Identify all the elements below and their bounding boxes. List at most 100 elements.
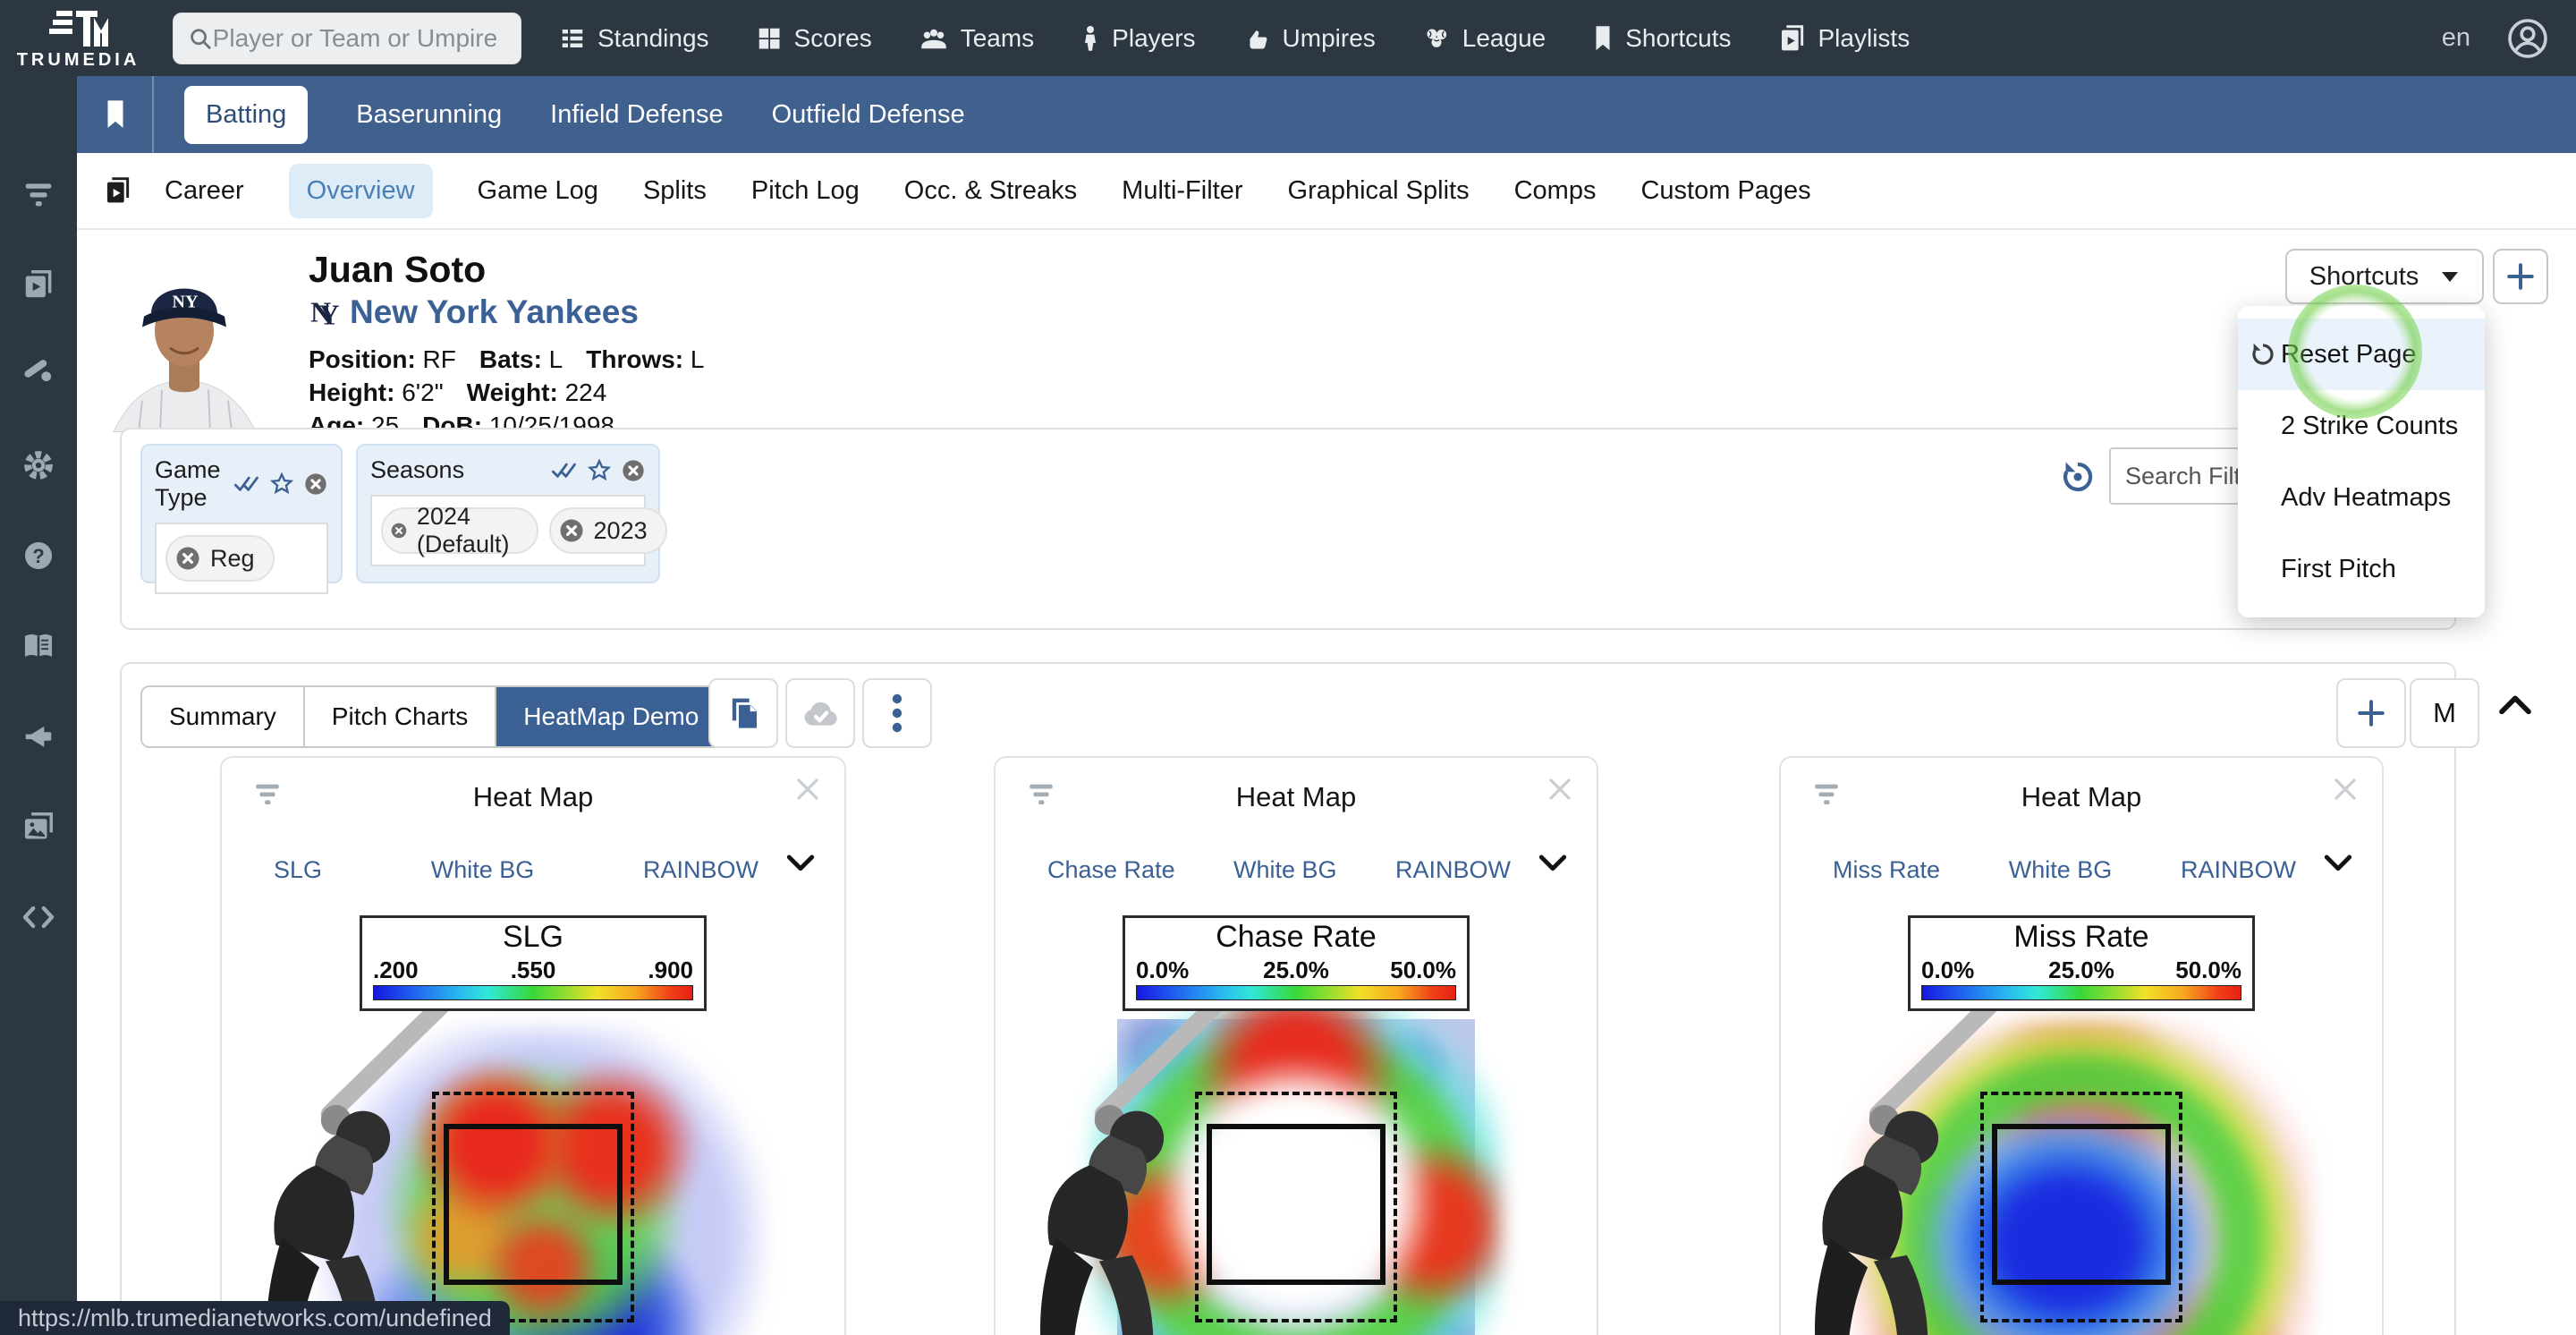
player-team[interactable]: N Y New York Yankees xyxy=(309,293,639,331)
filter-icon[interactable] xyxy=(21,178,55,212)
tab-summary[interactable]: Summary xyxy=(142,687,305,746)
tab-heatmap-demo[interactable]: HeatMap Demo xyxy=(496,687,725,746)
nav-label: Standings xyxy=(597,24,709,53)
playlist-doc-icon[interactable] xyxy=(104,176,132,205)
code-icon[interactable] xyxy=(21,899,56,935)
global-search[interactable] xyxy=(173,13,521,64)
player-details-line2: Height: 6'2"Weight: 224 xyxy=(309,376,728,409)
tab-game-log[interactable]: Game Log xyxy=(478,176,598,206)
remove-filter-icon[interactable] xyxy=(303,472,328,497)
collapse-panel-chevron-icon[interactable] xyxy=(2497,691,2533,718)
tab-outfield-defense[interactable]: Outfield Defense xyxy=(772,100,965,130)
tab-custom-pages[interactable]: Custom Pages xyxy=(1640,176,1810,206)
search-input[interactable] xyxy=(213,24,506,53)
tab-occ-streaks[interactable]: Occ. & Streaks xyxy=(904,176,1077,206)
size-m-button[interactable]: M xyxy=(2410,678,2479,748)
background-select[interactable]: White BG xyxy=(2009,856,2113,884)
page-tab-bar: Career Overview Game Log Splits Pitch Lo… xyxy=(77,153,2576,230)
bat-ball-icon[interactable] xyxy=(21,352,55,386)
add-module-button[interactable] xyxy=(2336,678,2406,748)
stat-select[interactable]: Miss Rate xyxy=(1833,856,1940,884)
nav-playlists[interactable]: Playlists xyxy=(1778,24,1911,53)
team-name[interactable]: New York Yankees xyxy=(350,293,639,331)
tab-splits[interactable]: Splits xyxy=(643,176,707,206)
chevron-down-icon[interactable] xyxy=(1538,853,1568,874)
tab-baserunning[interactable]: Baserunning xyxy=(356,100,502,130)
tab-comps[interactable]: Comps xyxy=(1514,176,1597,206)
tab-pitch-log[interactable]: Pitch Log xyxy=(751,176,860,206)
tab-career[interactable]: Career xyxy=(165,176,244,206)
media-gallery-icon[interactable] xyxy=(21,810,55,844)
menu-item-reset-page[interactable]: Reset Page xyxy=(2238,319,2485,390)
brand-name: TRUMEDIA xyxy=(17,50,140,71)
tab-infield-defense[interactable]: Infield Defense xyxy=(550,100,723,130)
legend-gradient-bar xyxy=(1136,985,1456,1000)
settings-gear-icon[interactable] xyxy=(21,448,55,482)
video-playlist-icon[interactable] xyxy=(21,268,55,302)
palette-select[interactable]: RAINBOW xyxy=(2181,856,2296,884)
close-icon[interactable] xyxy=(794,776,821,803)
add-page-button[interactable] xyxy=(2493,249,2548,304)
menu-item-first-pitch[interactable]: First Pitch xyxy=(2238,533,2485,605)
size-m-label: M xyxy=(2433,697,2456,729)
chip-reg[interactable]: Reg xyxy=(165,535,275,582)
help-icon[interactable]: ? xyxy=(21,539,55,573)
nav-players[interactable]: Players xyxy=(1080,24,1195,53)
card-title: Heat Map xyxy=(1781,781,2382,813)
chevron-down-icon[interactable] xyxy=(785,853,816,874)
bookmark-icon[interactable] xyxy=(104,99,127,130)
palette-select[interactable]: RAINBOW xyxy=(1395,856,1511,884)
close-icon[interactable] xyxy=(2332,776,2359,803)
section-tabs: Batting Baserunning Infield Defense Outf… xyxy=(184,86,965,144)
chip-remove-icon[interactable] xyxy=(174,545,201,572)
stat-select[interactable]: SLG xyxy=(274,856,322,884)
nav-scores[interactable]: Scores xyxy=(756,24,872,53)
chevron-down-icon[interactable] xyxy=(2323,853,2353,874)
chip-remove-icon[interactable] xyxy=(390,517,408,544)
announcements-megaphone-icon[interactable] xyxy=(21,719,55,753)
star-icon[interactable] xyxy=(587,458,612,483)
scores-icon xyxy=(756,25,783,52)
glossary-book-icon[interactable] xyxy=(21,629,55,663)
strike-zone xyxy=(444,1124,623,1285)
menu-item-adv-heatmaps[interactable]: Adv Heatmaps xyxy=(2238,462,2485,533)
select-all-icon[interactable] xyxy=(233,472,260,496)
tab-multi-filter[interactable]: Multi-Filter xyxy=(1122,176,1242,206)
chip-remove-icon[interactable] xyxy=(558,517,585,544)
search-icon xyxy=(188,25,213,52)
stat-select[interactable]: Chase Rate xyxy=(1047,856,1175,884)
background-select[interactable]: White BG xyxy=(431,856,535,884)
select-all-icon[interactable] xyxy=(551,459,578,482)
tab-batting[interactable]: Batting xyxy=(184,86,308,144)
tab-overview[interactable]: Overview xyxy=(289,164,433,218)
more-options-button[interactable] xyxy=(862,678,932,748)
shortcuts-dropdown-button[interactable]: Shortcuts xyxy=(2285,249,2484,304)
remove-filter-icon[interactable] xyxy=(621,458,646,483)
link-preview-statusbar: https://mlb.trumedianetworks.com/undefin… xyxy=(0,1301,510,1335)
nav-teams[interactable]: Teams xyxy=(919,24,1034,53)
chip-2024-default[interactable]: 2024 (Default) xyxy=(381,507,538,554)
menu-item-label: Adv Heatmaps xyxy=(2281,483,2451,513)
copy-page-button[interactable] xyxy=(708,678,778,748)
background-select[interactable]: White BG xyxy=(1233,856,1337,884)
nav-shortcuts[interactable]: Shortcuts xyxy=(1592,24,1731,53)
close-icon[interactable] xyxy=(1546,776,1573,803)
nav-label: Umpires xyxy=(1283,24,1376,53)
nav-league[interactable]: League xyxy=(1422,24,1546,53)
language-selector[interactable]: en xyxy=(2442,23,2470,53)
nav-umpires[interactable]: Umpires xyxy=(1242,24,1376,53)
tab-graphical-splits[interactable]: Graphical Splits xyxy=(1288,176,1470,206)
chip-2023[interactable]: 2023 xyxy=(549,507,667,554)
cloud-sync-button[interactable] xyxy=(785,678,855,748)
copy-icon xyxy=(725,695,761,731)
nav-standings[interactable]: Standings xyxy=(559,24,709,53)
trumedia-logo[interactable]: TRUMEDIA xyxy=(0,5,157,71)
palette-select[interactable]: RAINBOW xyxy=(643,856,758,884)
filter-history-icon[interactable] xyxy=(2059,458,2097,496)
star-icon[interactable] xyxy=(269,472,294,497)
divider xyxy=(152,76,154,153)
tab-pitch-charts[interactable]: Pitch Charts xyxy=(305,687,497,746)
legend-min: .200 xyxy=(373,957,419,984)
account-avatar-icon[interactable] xyxy=(2506,17,2549,60)
menu-item-2-strike-counts[interactable]: 2 Strike Counts xyxy=(2238,390,2485,462)
